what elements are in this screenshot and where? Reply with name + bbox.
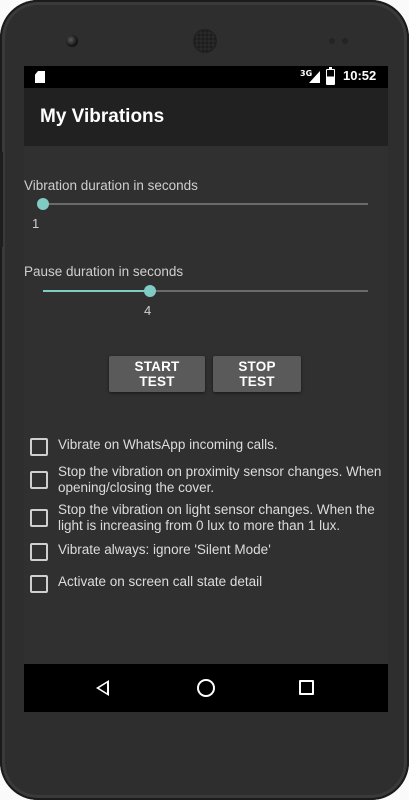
checkbox[interactable] [30,438,48,456]
home-icon[interactable] [197,679,215,697]
phone-frame: 3G 10:52 My Vibrations Vibration duratio… [0,0,409,800]
sd-card-icon [35,71,45,83]
vibration-duration-label: Vibration duration in seconds [24,178,198,193]
screen: 3G 10:52 My Vibrations Vibration duratio… [24,66,388,712]
checkbox-label: Vibrate always: ignore 'Silent Mode' [58,542,271,557]
vibration-slider-thumb[interactable] [37,198,49,210]
checkbox-proximity-row[interactable]: Stop the vibration on proximity sensor c… [30,464,386,496]
proximity-sensor [329,38,335,44]
page-title: My Vibrations [40,106,165,127]
vibration-duration-slider[interactable] [37,198,368,210]
checkbox[interactable] [30,509,48,527]
status-bar: 3G 10:52 [24,66,388,88]
pause-duration-value: 4 [144,303,152,318]
signal-icon [309,71,320,83]
pause-duration-slider[interactable] [43,285,368,297]
back-icon[interactable] [96,680,109,696]
clock: 10:52 [343,68,377,83]
front-camera [66,35,78,47]
app-bar: My Vibrations [24,88,388,146]
checkbox-call-state-row[interactable]: Activate on screen call state detail [30,574,386,593]
checkbox[interactable] [30,471,48,489]
volume-button [0,152,3,247]
checkbox-whatsapp-row[interactable]: Vibrate on WhatsApp incoming calls. [30,437,386,456]
light-sensor [342,38,348,44]
navigation-bar [24,664,388,712]
start-test-button[interactable]: START TEST [109,356,205,392]
checkbox-label: Stop the vibration on proximity sensor c… [58,464,382,495]
pause-duration-label: Pause duration in seconds [24,264,184,279]
checkbox-silent-mode-row[interactable]: Vibrate always: ignore 'Silent Mode' [30,542,386,561]
recents-icon[interactable] [299,680,314,695]
pause-slider-thumb[interactable] [144,285,157,297]
main-content: Vibration duration in seconds 1 Pause du… [24,146,388,664]
checkbox-light-sensor-row[interactable]: Stop the vibration on light sensor chang… [30,502,386,534]
checkbox-label: Vibrate on WhatsApp incoming calls. [58,437,278,452]
earpiece-speaker [193,29,217,53]
battery-icon [326,67,335,85]
stop-test-button[interactable]: STOP TEST [213,356,301,392]
checkbox-label: Activate on screen call state detail [58,574,263,589]
checkbox[interactable] [30,543,48,561]
pause-slider-fill [43,290,151,292]
checkbox[interactable] [30,575,48,593]
checkbox-label: Stop the vibration on light sensor chang… [58,502,375,533]
top-bezel [0,0,409,68]
vibration-duration-value: 1 [32,216,40,231]
